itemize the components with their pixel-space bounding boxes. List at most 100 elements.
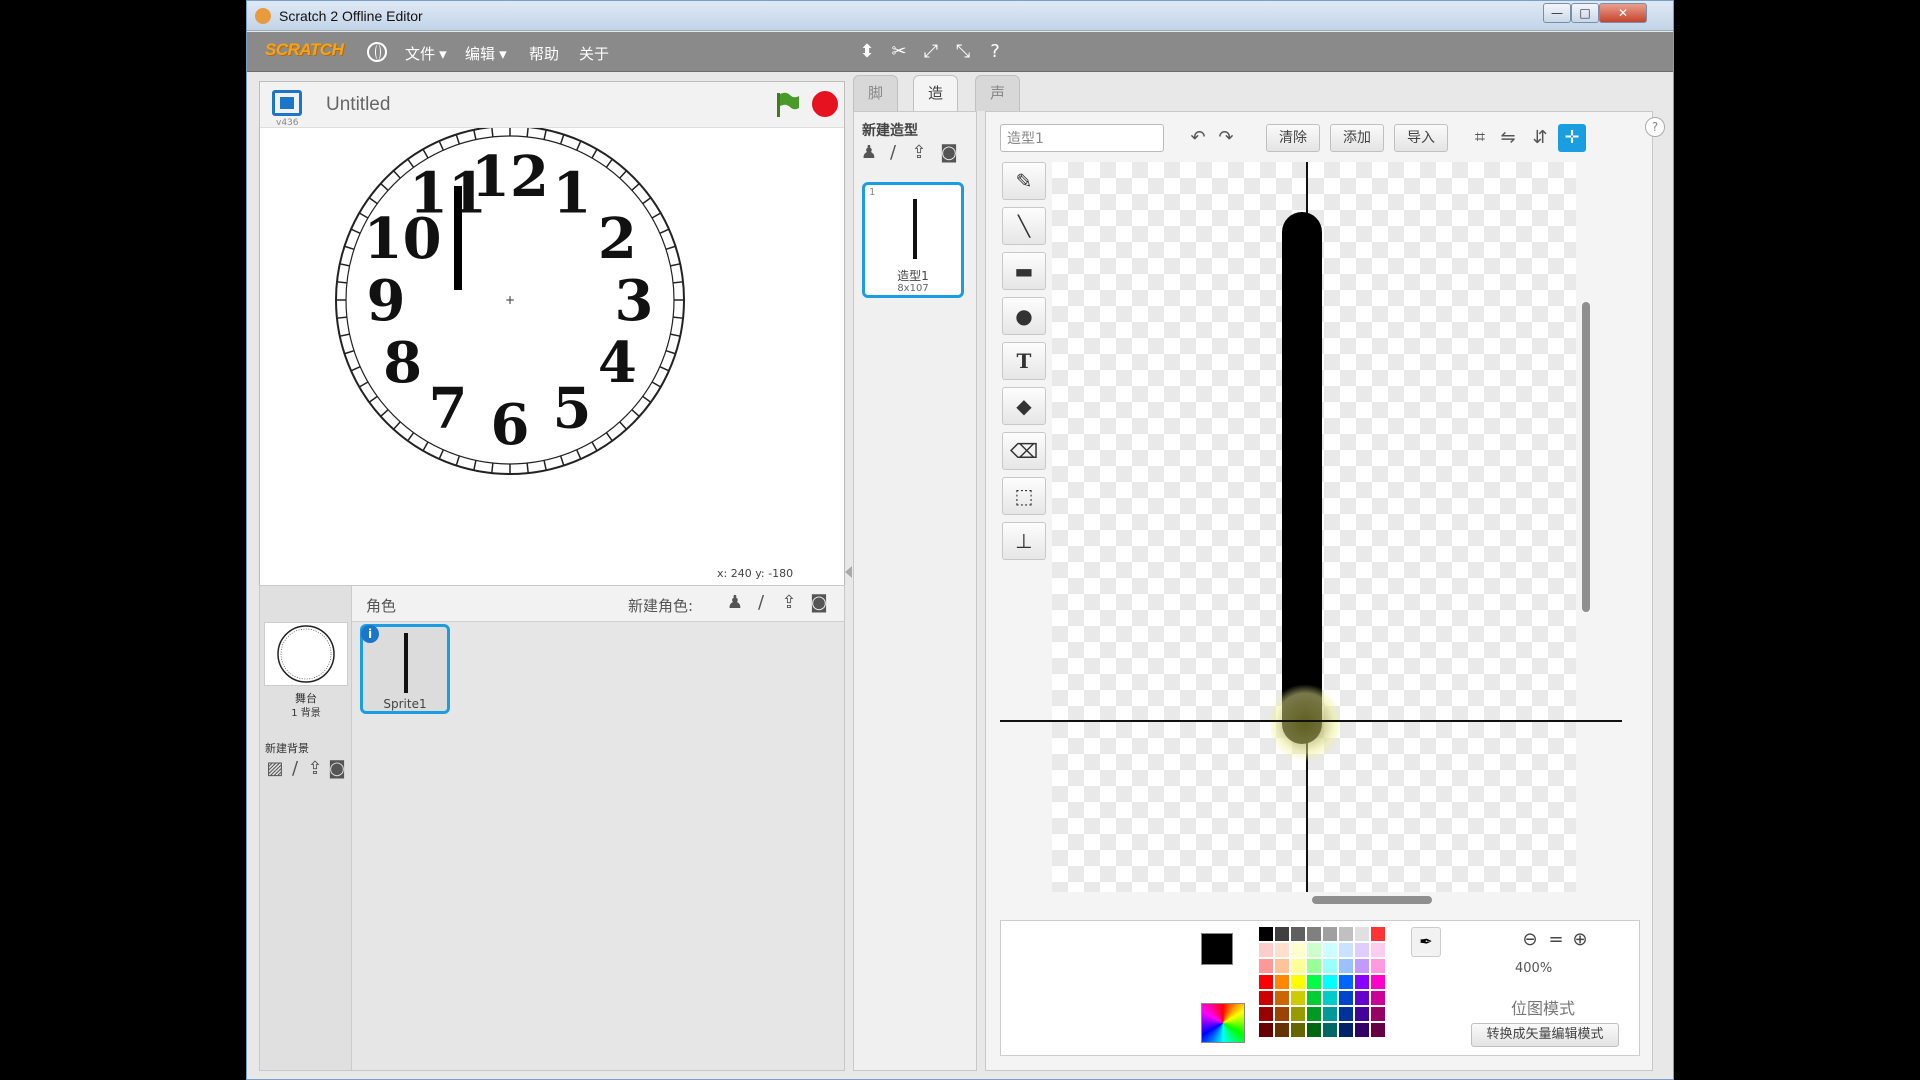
palette-swatch[interactable] (1259, 959, 1273, 973)
palette-swatch[interactable] (1291, 943, 1305, 957)
palette-swatch[interactable] (1339, 927, 1353, 941)
scratch-logo[interactable]: SCRATCH (265, 40, 345, 64)
stamp-icon[interactable]: ⬍ (857, 42, 877, 62)
palette-swatch[interactable] (1323, 943, 1337, 957)
palette-swatch[interactable] (1259, 991, 1273, 1005)
zoom-out-icon[interactable]: ⊖ (1517, 927, 1543, 953)
palette-swatch[interactable] (1291, 1023, 1305, 1037)
menu-edit[interactable]: 编辑 ▾ (465, 43, 507, 64)
flip-horizontal-icon[interactable]: ⇋ (1494, 124, 1522, 152)
sprite-library-icon[interactable]: ♟ (724, 592, 746, 614)
palette-swatch[interactable] (1355, 1007, 1369, 1021)
palette-swatch[interactable] (1259, 1007, 1273, 1021)
tab-costumes[interactable]: 造型 (913, 75, 959, 136)
upload-backdrop-icon[interactable]: ⇪ (304, 758, 326, 780)
costume-name-input[interactable] (1000, 124, 1164, 152)
palette-swatch[interactable] (1323, 959, 1337, 973)
stage-thumbnail[interactable] (264, 622, 348, 686)
palette-swatch[interactable] (1339, 1023, 1353, 1037)
import-button[interactable]: 导入 (1394, 124, 1448, 152)
tab-sounds[interactable]: 声音 (975, 75, 1021, 136)
palette-swatch[interactable] (1339, 959, 1353, 973)
palette-swatch[interactable] (1275, 943, 1289, 957)
palette-swatch[interactable] (1355, 991, 1369, 1005)
palette-swatch[interactable] (1355, 927, 1369, 941)
backdrop-library-icon[interactable]: ▨ (264, 758, 286, 780)
color-spectrum-button[interactable] (1201, 1003, 1245, 1043)
menu-file[interactable]: 文件 ▾ (405, 43, 447, 64)
horizontal-scrollbar[interactable] (1312, 896, 1432, 904)
palette-swatch[interactable] (1259, 943, 1273, 957)
green-flag-icon[interactable] (774, 91, 800, 119)
undo-icon[interactable]: ↶ (1184, 124, 1212, 152)
stop-button[interactable] (812, 91, 838, 117)
flip-vertical-icon[interactable]: ⇵ (1526, 124, 1554, 152)
palette-swatch[interactable] (1339, 1007, 1353, 1021)
palette-swatch[interactable] (1307, 975, 1321, 989)
palette-swatch[interactable] (1291, 927, 1305, 941)
paint-canvas[interactable] (1052, 162, 1576, 892)
project-title[interactable]: Untitled (326, 94, 390, 116)
upload-costume-icon[interactable]: ⇪ (908, 142, 930, 164)
palette-swatch[interactable] (1275, 991, 1289, 1005)
palette-swatch[interactable] (1275, 959, 1289, 973)
palette-swatch[interactable] (1275, 1023, 1289, 1037)
presentation-mode-button[interactable] (272, 90, 302, 116)
palette-swatch[interactable] (1371, 959, 1385, 973)
collapse-stage-arrow[interactable] (845, 566, 852, 578)
fill-icon[interactable]: ◆ (1002, 387, 1046, 425)
text-icon[interactable]: T (1002, 342, 1046, 380)
info-icon[interactable]: i (361, 625, 379, 643)
shrink-icon[interactable]: ⤡ (953, 42, 973, 62)
palette-swatch[interactable] (1323, 1023, 1337, 1037)
help-icon[interactable]: ? (1645, 117, 1665, 137)
palette-swatch[interactable] (1275, 927, 1289, 941)
ellipse-icon[interactable]: ● (1002, 297, 1046, 335)
palette-swatch[interactable] (1275, 1007, 1289, 1021)
camera-backdrop-icon[interactable]: ◙ (326, 758, 348, 780)
menu-about[interactable]: 关于 (579, 43, 609, 64)
crop-icon[interactable]: ⌗ (1466, 124, 1494, 152)
maximize-button[interactable]: □ (1571, 3, 1599, 23)
palette-swatch[interactable] (1275, 975, 1289, 989)
tab-scripts[interactable]: 脚本 (853, 75, 899, 136)
palette-swatch[interactable] (1307, 1007, 1321, 1021)
palette-swatch[interactable] (1323, 1007, 1337, 1021)
globe-icon[interactable] (367, 42, 387, 62)
palette-swatch[interactable] (1355, 975, 1369, 989)
palette-swatch[interactable] (1259, 1023, 1273, 1037)
palette-swatch[interactable] (1339, 991, 1353, 1005)
costume-tile[interactable]: 1 造型1 8x107 (862, 182, 964, 298)
palette-swatch[interactable] (1339, 975, 1353, 989)
palette-swatch[interactable] (1371, 927, 1385, 941)
palette-swatch[interactable] (1355, 959, 1369, 973)
palette-swatch[interactable] (1371, 991, 1385, 1005)
sprite-tile[interactable]: i Sprite1 (360, 624, 450, 714)
stamp-icon[interactable]: ⊥ (1002, 522, 1046, 560)
zoom-reset-icon[interactable]: = (1543, 927, 1569, 953)
paint-costume-icon[interactable]: / (882, 142, 904, 164)
help-icon[interactable]: ? (985, 42, 1005, 62)
palette-swatch[interactable] (1355, 943, 1369, 957)
add-button[interactable]: 添加 (1330, 124, 1384, 152)
camera-sprite-icon[interactable]: ◙ (808, 592, 830, 614)
palette-swatch[interactable] (1259, 927, 1273, 941)
vertical-scrollbar[interactable] (1582, 302, 1590, 612)
palette-swatch[interactable] (1339, 943, 1353, 957)
paint-backdrop-icon[interactable]: / (284, 758, 306, 780)
select-icon[interactable]: ⬚ (1002, 477, 1046, 515)
primary-color-swatch[interactable] (1201, 933, 1233, 965)
palette-swatch[interactable] (1291, 1007, 1305, 1021)
convert-to-vector-button[interactable]: 转换成矢量编辑模式 (1471, 1023, 1619, 1047)
palette-swatch[interactable] (1323, 991, 1337, 1005)
palette-swatch[interactable] (1323, 975, 1337, 989)
palette-swatch[interactable] (1371, 943, 1385, 957)
stage-canvas[interactable]: 12 1 2 3 4 5 6 7 8 9 10 11 + (260, 125, 844, 566)
clear-button[interactable]: 清除 (1266, 124, 1320, 152)
upload-sprite-icon[interactable]: ⇪ (778, 592, 800, 614)
grow-icon[interactable]: ⤢ (921, 42, 941, 62)
menu-help[interactable]: 帮助 (529, 43, 559, 64)
palette-swatch[interactable] (1307, 959, 1321, 973)
costume-library-icon[interactable]: ♟ (858, 142, 880, 164)
close-button[interactable]: ✕ (1599, 3, 1647, 23)
